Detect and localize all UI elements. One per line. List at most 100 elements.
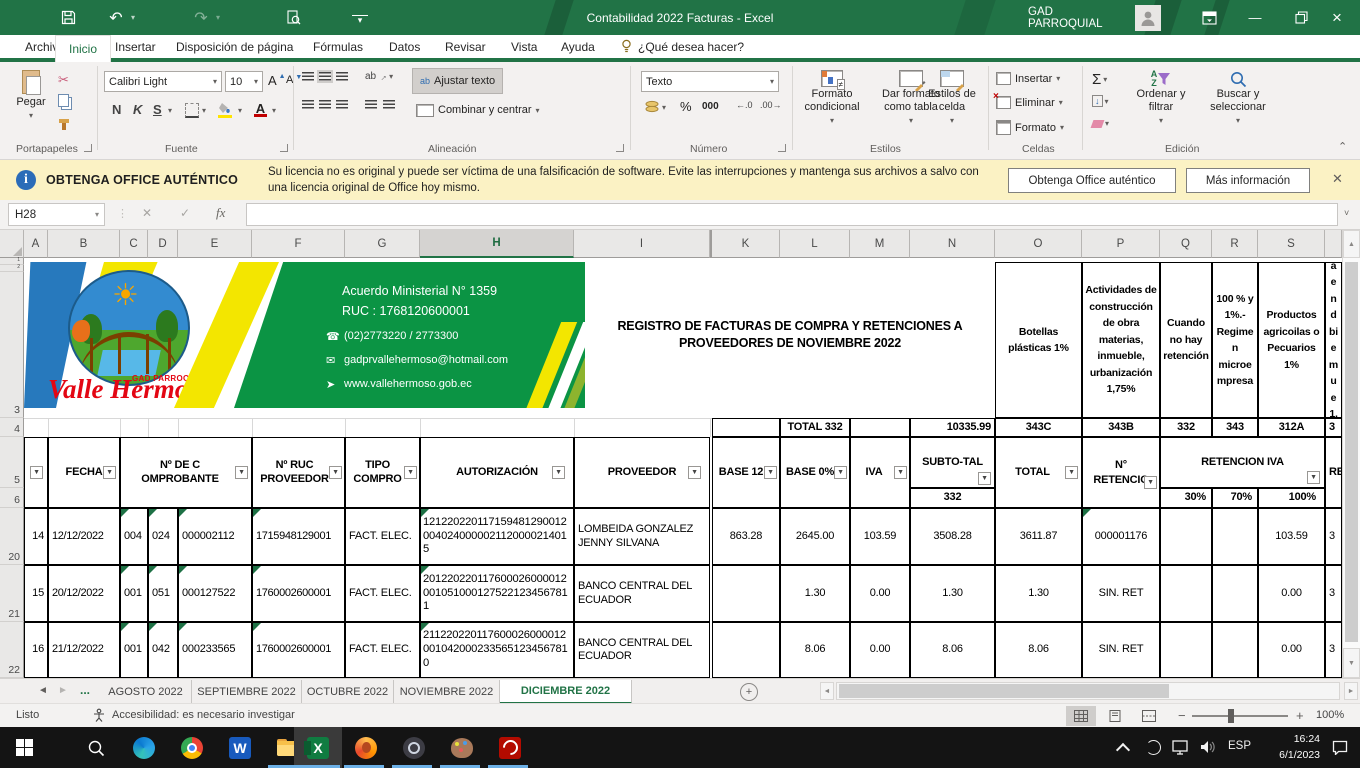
cell-343b[interactable]: 343B: [1082, 418, 1160, 437]
tab-ayuda[interactable]: Ayuda: [548, 35, 608, 58]
more-info-button[interactable]: Más información: [1186, 168, 1310, 193]
tab-formulas[interactable]: Fórmulas: [300, 35, 376, 58]
horizontal-scroll-thumb[interactable]: [839, 684, 1169, 698]
row-header-20[interactable]: 20: [0, 508, 24, 565]
zoom-slider-track[interactable]: [1192, 715, 1288, 717]
taskbar-search-icon[interactable]: [72, 727, 120, 768]
save-icon[interactable]: [55, 0, 81, 35]
header-t-clipped[interactable]: RE: [1325, 437, 1342, 508]
cell-autorizacion[interactable]: 2112202201176000260000120010420002335651…: [420, 622, 574, 678]
cell-fecha[interactable]: 21/12/2022: [48, 622, 120, 678]
cell-serie1[interactable]: 001: [120, 622, 148, 678]
number-dialog-launcher[interactable]: [778, 144, 786, 152]
cell-ret30[interactable]: [1160, 508, 1212, 565]
decrease-font-icon[interactable]: A▼: [286, 74, 302, 86]
fill-icon[interactable]: ↓▾: [1092, 95, 1109, 107]
cell-autorizacion[interactable]: 1212202201171594812900120040240000021120…: [420, 508, 574, 565]
sheet-nav-right-icon[interactable]: ►: [58, 685, 68, 696]
filter-icon[interactable]: ▼: [764, 466, 777, 479]
zoom-out-icon[interactable]: −: [1178, 708, 1186, 723]
formula-input[interactable]: [246, 203, 1338, 226]
filter-icon[interactable]: ▼: [688, 466, 701, 479]
sheet-tab-octubre[interactable]: OCTUBRE 2022: [302, 680, 394, 704]
filter-icon[interactable]: ▼: [235, 466, 248, 479]
clipboard-dialog-launcher[interactable]: [84, 144, 92, 152]
column-header-b[interactable]: B: [48, 230, 120, 258]
cell-tipo[interactable]: FACT. ELEC.: [345, 508, 420, 565]
column-header-f[interactable]: F: [252, 230, 345, 258]
column-header-k[interactable]: K: [712, 230, 780, 258]
column-header-h-selected[interactable]: H: [420, 230, 574, 258]
cell-iva[interactable]: 103.59: [850, 508, 910, 565]
cut-button[interactable]: ✂: [58, 72, 69, 88]
orientation-icon[interactable]: ab→▾: [365, 71, 393, 82]
cell-t4-clipped[interactable]: 3: [1325, 418, 1342, 437]
taskbar-edge-icon[interactable]: [120, 727, 168, 768]
format-cells-button[interactable]: Formato▾: [996, 120, 1064, 135]
cell-ret30[interactable]: [1160, 622, 1212, 678]
filter-icon[interactable]: ▼: [834, 466, 847, 479]
decrease-decimal-icon[interactable]: .00→: [760, 100, 782, 110]
tab-insertar[interactable]: Insertar: [102, 35, 169, 58]
copy-button[interactable]: [58, 94, 69, 107]
column-header-a[interactable]: A: [24, 230, 48, 258]
cell-total[interactable]: 8.06: [995, 622, 1082, 678]
row-header-5[interactable]: 5: [0, 437, 24, 488]
scroll-up-icon[interactable]: ▲: [1343, 230, 1360, 258]
underline-button[interactable]: S: [153, 102, 162, 117]
italic-button[interactable]: K: [133, 102, 142, 117]
cell-k4[interactable]: [712, 418, 780, 437]
tray-sync-icon[interactable]: [1146, 740, 1161, 755]
header-blank[interactable]: ▼: [24, 437, 48, 508]
tax-cell-microempresa[interactable]: 100 % y 1%.- Regimen microempresa: [1212, 262, 1258, 418]
cell-subtotal[interactable]: 1.30: [910, 565, 995, 622]
cell-ret100[interactable]: 0.00: [1258, 565, 1325, 622]
select-all-corner[interactable]: [0, 230, 24, 258]
formula-bar-splitter[interactable]: ⋮: [117, 207, 129, 220]
zoom-level[interactable]: 100%: [1316, 709, 1344, 721]
quick-access-customize-icon[interactable]: ▾: [352, 15, 368, 24]
header-proveedor[interactable]: PROVEEDOR▼: [574, 437, 710, 508]
wrap-text-button[interactable]: ab Ajustar texto: [412, 68, 503, 94]
header-base0[interactable]: BASE 0%▼: [780, 437, 850, 508]
ribbon-display-options-icon[interactable]: [1186, 0, 1232, 35]
number-format-combobox[interactable]: Texto▾: [641, 71, 779, 92]
cell-serie2[interactable]: 051: [148, 565, 178, 622]
sheet-tab-septiembre[interactable]: SEPTIEMBRE 2022: [192, 680, 302, 704]
filter-icon[interactable]: ▼: [1065, 466, 1078, 479]
undo-icon[interactable]: ↶: [105, 0, 127, 35]
cell-subtotal[interactable]: 3508.28: [910, 508, 995, 565]
column-header-t-clipped[interactable]: [1325, 230, 1342, 258]
cell-serie1[interactable]: 001: [120, 565, 148, 622]
hscroll-left-icon[interactable]: ◄: [820, 682, 834, 700]
cell-total[interactable]: 1.30: [995, 565, 1082, 622]
avatar[interactable]: [1134, 0, 1162, 35]
column-header-m[interactable]: M: [850, 230, 910, 258]
cell-fecha[interactable]: 20/12/2022: [48, 565, 120, 622]
cell-fecha[interactable]: 12/12/2022: [48, 508, 120, 565]
cell-ruc[interactable]: 1760002600001: [252, 622, 345, 678]
cell-comprobante[interactable]: 000127522: [178, 565, 252, 622]
zoom-in-icon[interactable]: +: [1296, 708, 1304, 723]
column-header-q[interactable]: Q: [1160, 230, 1212, 258]
taskbar-excel-icon[interactable]: X: [294, 727, 342, 768]
underline-dropdown-icon[interactable]: ▾: [168, 106, 172, 115]
cell-total[interactable]: 3611.87: [995, 508, 1082, 565]
name-box[interactable]: H28 ▾: [8, 203, 105, 226]
cell-ret70[interactable]: [1212, 508, 1258, 565]
new-sheet-icon[interactable]: +: [740, 683, 758, 701]
cell-iva[interactable]: 0.00: [850, 565, 910, 622]
indent-buttons[interactable]: [365, 100, 395, 109]
align-dialog-launcher[interactable]: [616, 144, 624, 152]
header-comprobante[interactable]: Nº DE C OMPROBANTE▼: [120, 437, 252, 508]
cell-base0[interactable]: 8.06: [780, 622, 850, 678]
filter-icon[interactable]: ▼: [1144, 476, 1157, 489]
header-subtotal-code[interactable]: 332: [910, 488, 995, 508]
accessibility-status[interactable]: Accesibilidad: es necesario investigar: [112, 709, 295, 721]
filter-icon[interactable]: ▼: [894, 466, 907, 479]
filter-icon[interactable]: ▼: [30, 466, 43, 479]
percent-style-button[interactable]: %: [680, 99, 692, 114]
row-header-2[interactable]: 2: [0, 265, 24, 272]
conditional-formatting-button[interactable]: ≠ Formato condicional ▾: [800, 70, 864, 127]
row-header-3[interactable]: 3: [0, 272, 24, 418]
